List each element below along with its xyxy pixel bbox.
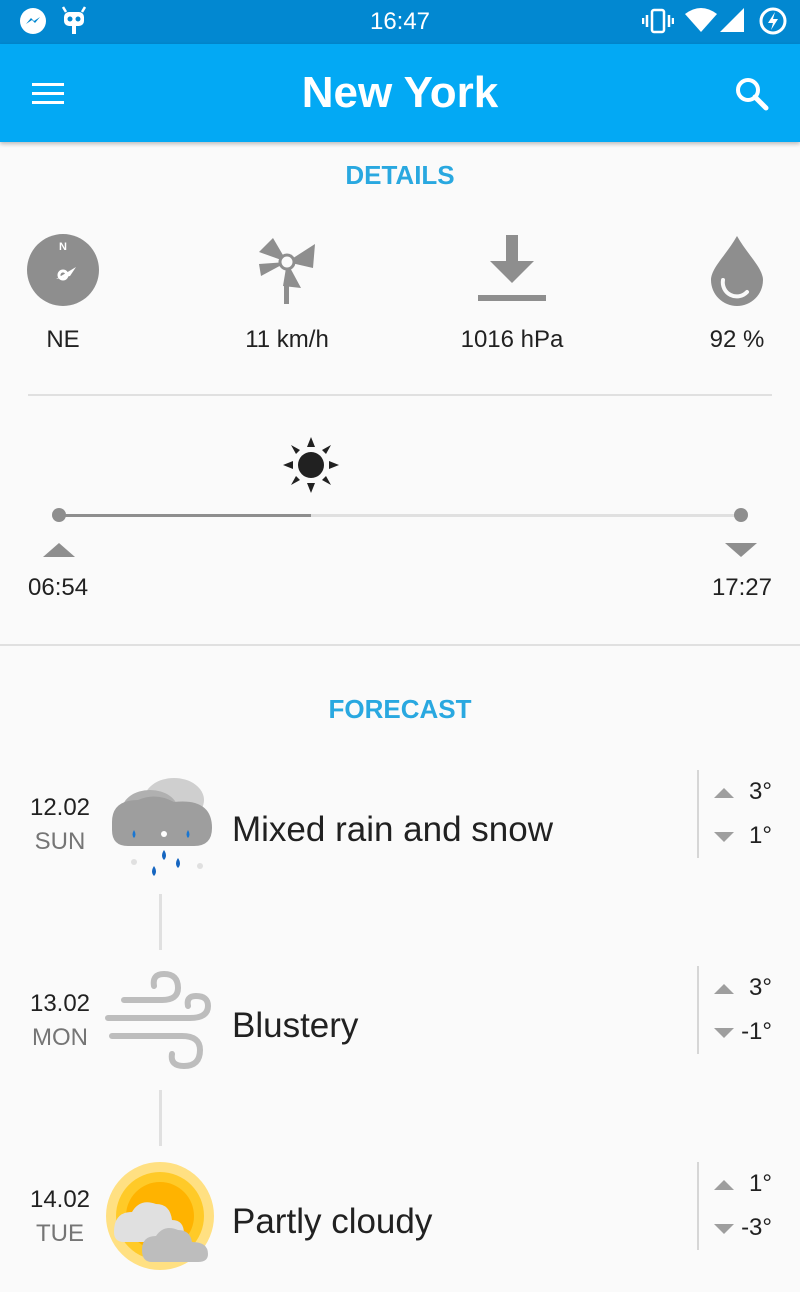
low-arrow-icon [714,832,734,842]
sunset-time: 17:27 [711,574,772,601]
sunrise-dot [52,508,66,522]
city-title: New York [301,68,499,117]
details-divider [28,394,772,396]
rain-snow-icon [104,770,220,886]
forecast-date: 13.02 [29,990,91,1017]
cell-signal-icon [718,6,746,41]
wind-direction-value: NE [46,326,80,353]
day-progress-fill [59,514,312,517]
forecast-high: 3° [710,778,780,808]
sunrise-arrow-icon [43,543,75,557]
sunset-dot [734,508,748,522]
details-section-title: DETAILS [345,160,455,190]
forecast-high-value: 3° [749,974,772,1001]
pinwheel-icon [197,230,377,310]
wind-speed-detail: 11 km/h [197,230,377,354]
pressure-down-icon [422,230,602,310]
timeline-connector [159,894,162,950]
wind-icon [104,966,220,1082]
battery-charging-icon [758,6,788,41]
partly-cloudy-icon [104,1162,220,1278]
forecast-low: 1° [710,822,780,852]
forecast-low-value: -1° [741,1018,772,1045]
app-bar: New York [0,44,800,142]
high-arrow-icon [714,984,734,994]
forecast-day: MON [32,1024,88,1051]
low-arrow-icon [714,1028,734,1038]
forecast-row[interactable]: 14.02 TUE Partly cloudy 1° -3° [0,1162,800,1292]
wind-direction-detail: N NE [0,230,153,354]
pressure-value: 1016 hPa [460,326,564,353]
pressure-detail: 1016 hPa [422,230,602,354]
wind-speed-value: 11 km/h [245,326,329,353]
section-divider [0,644,800,646]
forecast-section-title: FORECAST [328,694,472,724]
forecast-date: 14.02 [29,1186,91,1213]
sun-icon [282,436,340,494]
status-time: 16:47 [369,8,431,35]
forecast-day: TUE [36,1220,84,1247]
high-arrow-icon [714,1180,734,1190]
forecast-day: SUN [34,828,86,855]
forecast-high: 1° [710,1170,780,1200]
wifi-icon [684,6,718,41]
forecast-low: -1° [710,1018,780,1048]
forecast-condition: Blustery [232,1006,359,1045]
timeline-connector [159,1090,162,1146]
forecast-divider [697,1162,699,1250]
forecast-high-value: 1° [749,1170,772,1197]
forecast-date: 12.02 [29,794,91,821]
forecast-high: 3° [710,974,780,1004]
sunset-arrow-icon [725,543,757,557]
compass-icon: N [0,230,153,310]
search-button[interactable] [730,72,774,116]
forecast-row[interactable]: 13.02 MON Blustery 3° -1° [0,966,800,1096]
humidity-detail: 92 % [647,230,800,354]
humidity-value: 92 % [709,326,765,353]
forecast-condition: Partly cloudy [232,1202,433,1241]
search-icon [736,78,769,111]
forecast-high-value: 3° [749,778,772,805]
forecast-divider [697,966,699,1054]
high-arrow-icon [714,788,734,798]
forecast-row[interactable]: 12.02 SUN Mixed rain and snow 3° 1° [0,770,800,900]
forecast-low: -3° [710,1214,780,1244]
low-arrow-icon [714,1224,734,1234]
forecast-low-value: 1° [749,822,772,849]
forecast-low-value: -3° [741,1214,772,1241]
forecast-condition: Mixed rain and snow [232,810,553,849]
status-bar: 16:47 [0,0,800,44]
forecast-divider [697,770,699,858]
vibrate-icon [641,6,675,41]
svg-text:N: N [59,241,67,253]
water-drop-icon [647,230,800,310]
sunrise-time: 06:54 [28,574,89,601]
